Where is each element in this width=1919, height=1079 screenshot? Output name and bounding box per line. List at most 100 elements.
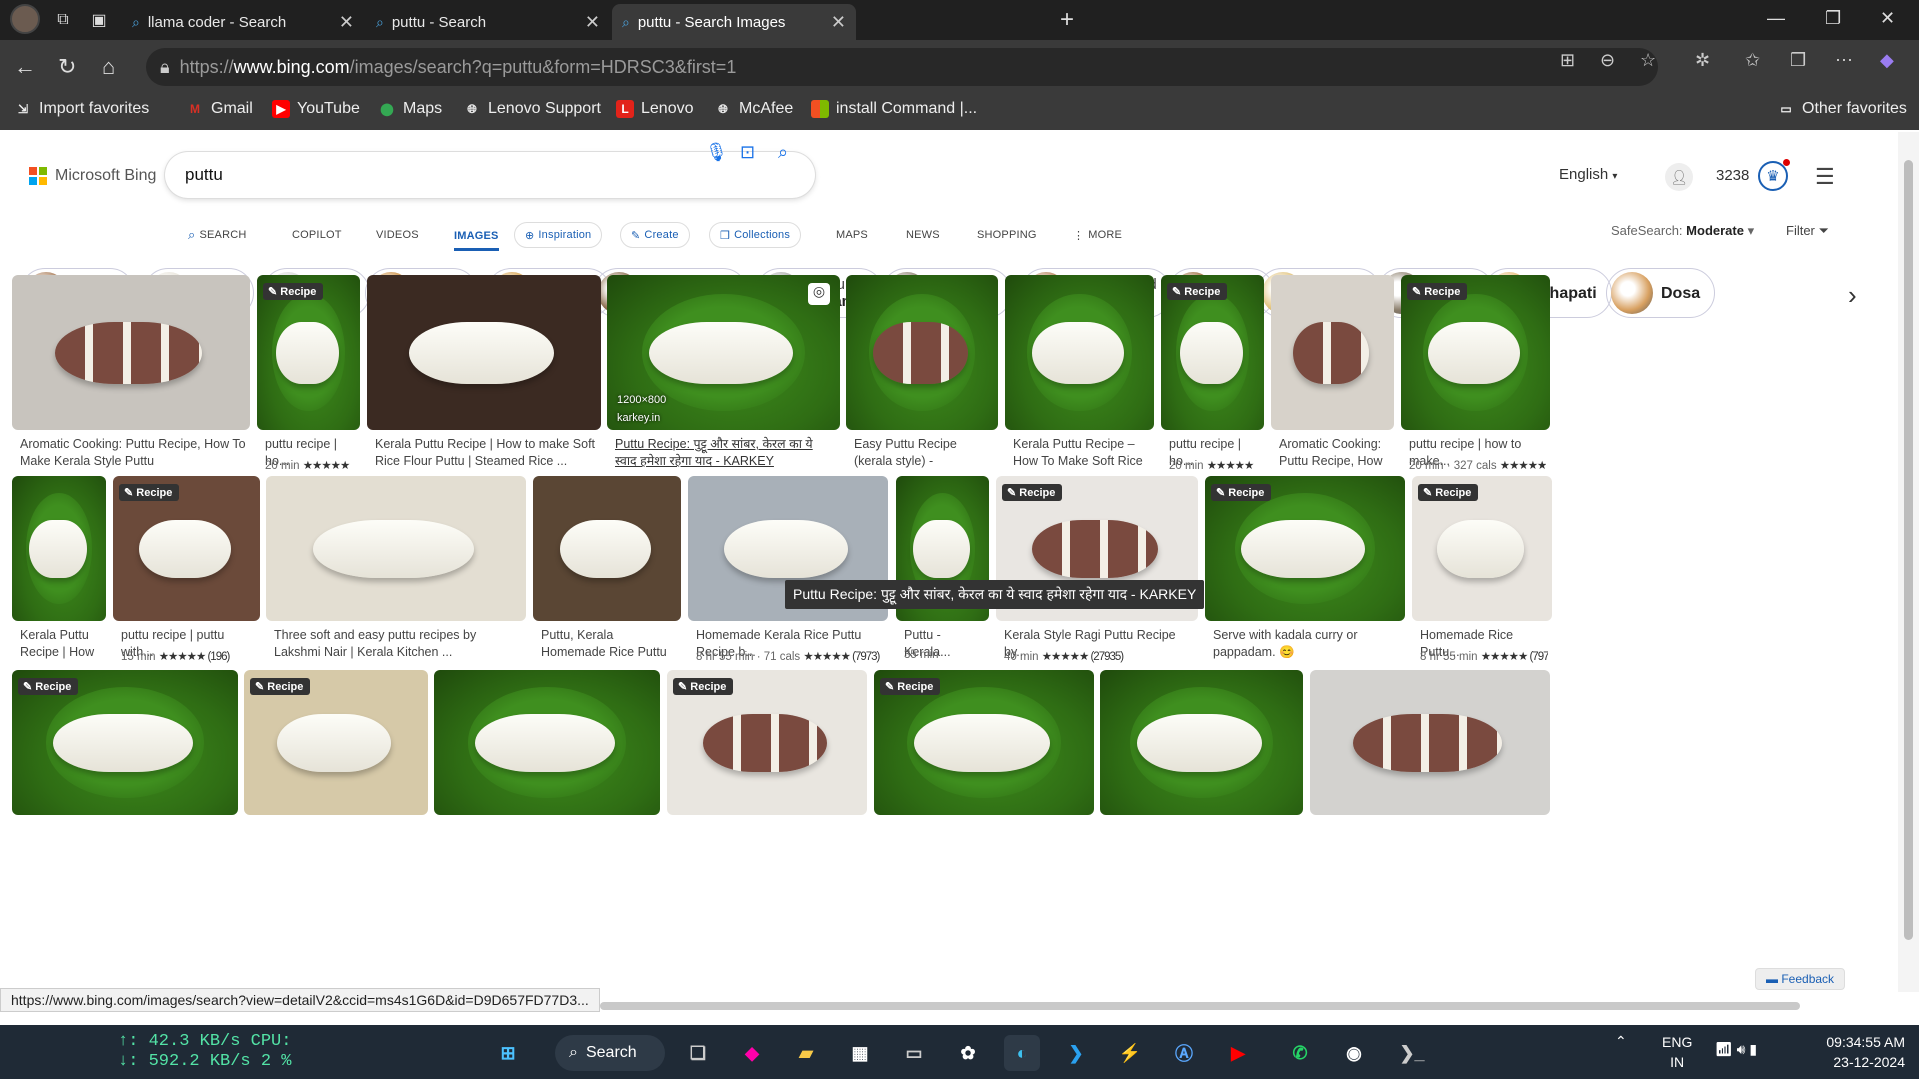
- scope-more[interactable]: ⋮ MORE: [1073, 222, 1122, 248]
- close-window-icon[interactable]: ✕: [1880, 8, 1895, 29]
- result-caption[interactable]: Kerala Puttu Recipe | How to make Soft R…: [375, 436, 597, 470]
- result-thumbnail[interactable]: [1100, 670, 1303, 815]
- scope-shopping[interactable]: SHOPPING: [977, 222, 1037, 248]
- scope-maps[interactable]: MAPS: [836, 222, 868, 248]
- chatgpt-icon[interactable]: ✿: [950, 1035, 986, 1071]
- whatsapp-icon[interactable]: ✆: [1282, 1035, 1318, 1071]
- vertical-tabs-icon[interactable]: ▣: [88, 10, 110, 30]
- git-tool-icon[interactable]: ⚡: [1112, 1035, 1148, 1071]
- microsoft-store-icon[interactable]: ▦: [842, 1035, 878, 1071]
- image-result[interactable]: [434, 670, 660, 815]
- result-thumbnail[interactable]: [12, 275, 250, 430]
- result-thumbnail[interactable]: [12, 476, 106, 621]
- filter-button[interactable]: Filter ⏷: [1786, 223, 1829, 239]
- image-result[interactable]: [1100, 670, 1303, 815]
- image-result[interactable]: ✎ Recipe: [874, 670, 1094, 815]
- image-result[interactable]: ✎ Recipe: [667, 670, 867, 815]
- app-available-icon[interactable]: ⊞: [1560, 50, 1575, 71]
- tab-close-icon[interactable]: ✕: [585, 12, 600, 33]
- result-caption[interactable]: Kerala Puttu Recipe – How To Make Soft R…: [1013, 436, 1150, 470]
- bing-logo[interactable]: Microsoft Bing: [29, 167, 156, 185]
- scope-copilot[interactable]: COPILOT: [292, 222, 342, 248]
- fav-lenovo[interactable]: L Lenovo: [616, 100, 694, 118]
- scrollbar-thumb[interactable]: [1904, 160, 1913, 940]
- home-icon[interactable]: ⌂: [102, 54, 115, 80]
- tab-puttu-images[interactable]: ⌕ puttu - Search Images ✕: [612, 4, 856, 40]
- scope-collections[interactable]: ❒ Collections: [709, 222, 802, 248]
- rewards-medal-icon[interactable]: ♛: [1758, 159, 1790, 191]
- tray-chevron-icon[interactable]: ⌃: [1615, 1033, 1627, 1050]
- tab-close-icon[interactable]: ✕: [831, 12, 846, 33]
- image-result[interactable]: Kerala Puttu Recipe | How to make Soft R…: [367, 275, 601, 475]
- search-query[interactable]: puttu: [185, 165, 223, 185]
- result-thumbnail[interactable]: [1005, 275, 1154, 430]
- hamburger-menu-icon[interactable]: ☰: [1815, 164, 1835, 190]
- search-icon[interactable]: ⌕: [778, 142, 788, 163]
- system-tray-icons[interactable]: 📶︎ 🔊︎ ▮: [1715, 1041, 1757, 1058]
- rewards-points[interactable]: 3238: [1716, 167, 1749, 184]
- address-bar[interactable]: 🔒︎ https://www.bing.com/images/search?q=…: [146, 48, 1658, 86]
- fav-install-command[interactable]: install Command |...: [811, 100, 977, 118]
- app-a-icon[interactable]: Ⓐ: [1166, 1035, 1202, 1071]
- tab-llama-coder[interactable]: ⌕ llama coder - Search ✕: [122, 4, 364, 40]
- new-tab-icon[interactable]: +: [1060, 6, 1074, 34]
- zoom-icon[interactable]: ⊖: [1600, 50, 1615, 71]
- fav-gmail[interactable]: M Gmail: [186, 100, 253, 118]
- start-windows-icon[interactable]: ⊞: [490, 1035, 526, 1071]
- taskbar-search[interactable]: ⌕ Search: [555, 1035, 665, 1071]
- result-caption[interactable]: Easy Puttu Recipe (kerala style) - Foody…: [854, 436, 994, 470]
- result-thumbnail[interactable]: [533, 476, 681, 621]
- image-result[interactable]: 1200×800 karkey.in ◎ Puttu Recipe: पुट्टू औ…: [607, 275, 840, 475]
- scope-search[interactable]: ⌕ SEARCH: [188, 222, 247, 248]
- result-thumbnail[interactable]: [367, 275, 601, 430]
- image-result[interactable]: Homemade Kerala Rice Puttu Recipe b... 8 …: [688, 476, 888, 666]
- clock[interactable]: 09:34:55 AM 23-12-2024: [1810, 1032, 1905, 1072]
- result-caption[interactable]: Puttu, Kerala Homemade Rice Puttu for Br…: [541, 627, 677, 661]
- save-collection-icon[interactable]: ◎: [808, 283, 830, 305]
- terminal-icon[interactable]: ▭: [896, 1035, 932, 1071]
- fav-youtube[interactable]: ▶ YouTube: [272, 100, 360, 118]
- safesearch-selector[interactable]: SafeSearch: Moderate ▾: [1611, 223, 1754, 239]
- input-language[interactable]: ENG IN: [1662, 1032, 1692, 1072]
- microphone-icon[interactable]: 🎙︎: [705, 142, 728, 163]
- favorite-star-icon[interactable]: ☆: [1640, 50, 1656, 71]
- image-result[interactable]: ✎ Recipe puttu recipe | ho... 20 min ★★★★★: [257, 275, 360, 475]
- image-result[interactable]: Three soft and easy puttu recipes by Lak…: [266, 476, 526, 666]
- result-caption[interactable]: Three soft and easy puttu recipes by Lak…: [274, 627, 522, 661]
- image-result[interactable]: Aromatic Cooking: Puttu Recipe, How To M…: [12, 275, 250, 475]
- powershell-icon[interactable]: ❯_: [1394, 1035, 1430, 1071]
- github-icon[interactable]: ◉: [1336, 1035, 1372, 1071]
- fav-other[interactable]: ▭ Other favorites: [1777, 100, 1907, 118]
- image-result[interactable]: Aromatic Cooking: Puttu Recipe, How T...: [1271, 275, 1394, 475]
- fav-import[interactable]: ⇲ Import favorites: [14, 100, 149, 118]
- image-result[interactable]: ✎ Recipe puttu recipe | how to make... 20 …: [1401, 275, 1550, 475]
- scope-inspiration[interactable]: ⊕ Inspiration: [514, 222, 603, 248]
- image-result[interactable]: ✎ Recipe Homemade Rice Puttu... 8 hr 55 mi…: [1412, 476, 1552, 666]
- collections-icon[interactable]: ❒: [1790, 50, 1806, 71]
- feedback-button[interactable]: ▬ Feedback: [1755, 968, 1846, 990]
- tab-close-icon[interactable]: ✕: [339, 12, 354, 33]
- tab-puttu-search[interactable]: ⌕ puttu - Search ✕: [366, 4, 610, 40]
- result-caption[interactable]: Aromatic Cooking: Puttu Recipe, How To M…: [20, 436, 246, 470]
- refresh-icon[interactable]: ↻: [58, 54, 76, 80]
- result-thumbnail[interactable]: [1310, 670, 1550, 815]
- edge-browser-icon[interactable]: ◐: [1004, 1035, 1040, 1071]
- scope-videos[interactable]: VIDEOS: [376, 222, 419, 248]
- result-caption[interactable]: Kerala Puttu Recipe | How t...: [20, 627, 102, 661]
- result-caption[interactable]: Serve with kadala curry or pappadam. 😊: [1213, 627, 1401, 661]
- image-result[interactable]: ✎ Recipe Serve with kadala curry or pappa…: [1205, 476, 1405, 666]
- result-thumbnail[interactable]: [846, 275, 998, 430]
- result-thumbnail[interactable]: [266, 476, 526, 621]
- scope-news[interactable]: NEWS: [906, 222, 940, 248]
- image-result[interactable]: ✎ Recipe Kerala Style Ragi Puttu Recipe b…: [996, 476, 1198, 666]
- image-result[interactable]: ✎ Recipe: [244, 670, 428, 815]
- chevron-right-icon[interactable]: ›: [1848, 280, 1857, 311]
- image-result[interactable]: ✎ Recipe puttu recipe | ho... 20 min ★★★★★: [1161, 275, 1264, 475]
- scope-images[interactable]: IMAGES: [454, 222, 499, 251]
- visual-search-icon[interactable]: ⊡: [740, 142, 755, 163]
- result-caption[interactable]: Aromatic Cooking: Puttu Recipe, How T...: [1279, 436, 1390, 470]
- copilot-app-icon[interactable]: ◆: [734, 1035, 770, 1071]
- result-thumbnail[interactable]: [1271, 275, 1394, 430]
- back-icon[interactable]: ←: [14, 54, 36, 80]
- image-result[interactable]: ✎ Recipe puttu recipe | puttu with... 15 m…: [113, 476, 260, 666]
